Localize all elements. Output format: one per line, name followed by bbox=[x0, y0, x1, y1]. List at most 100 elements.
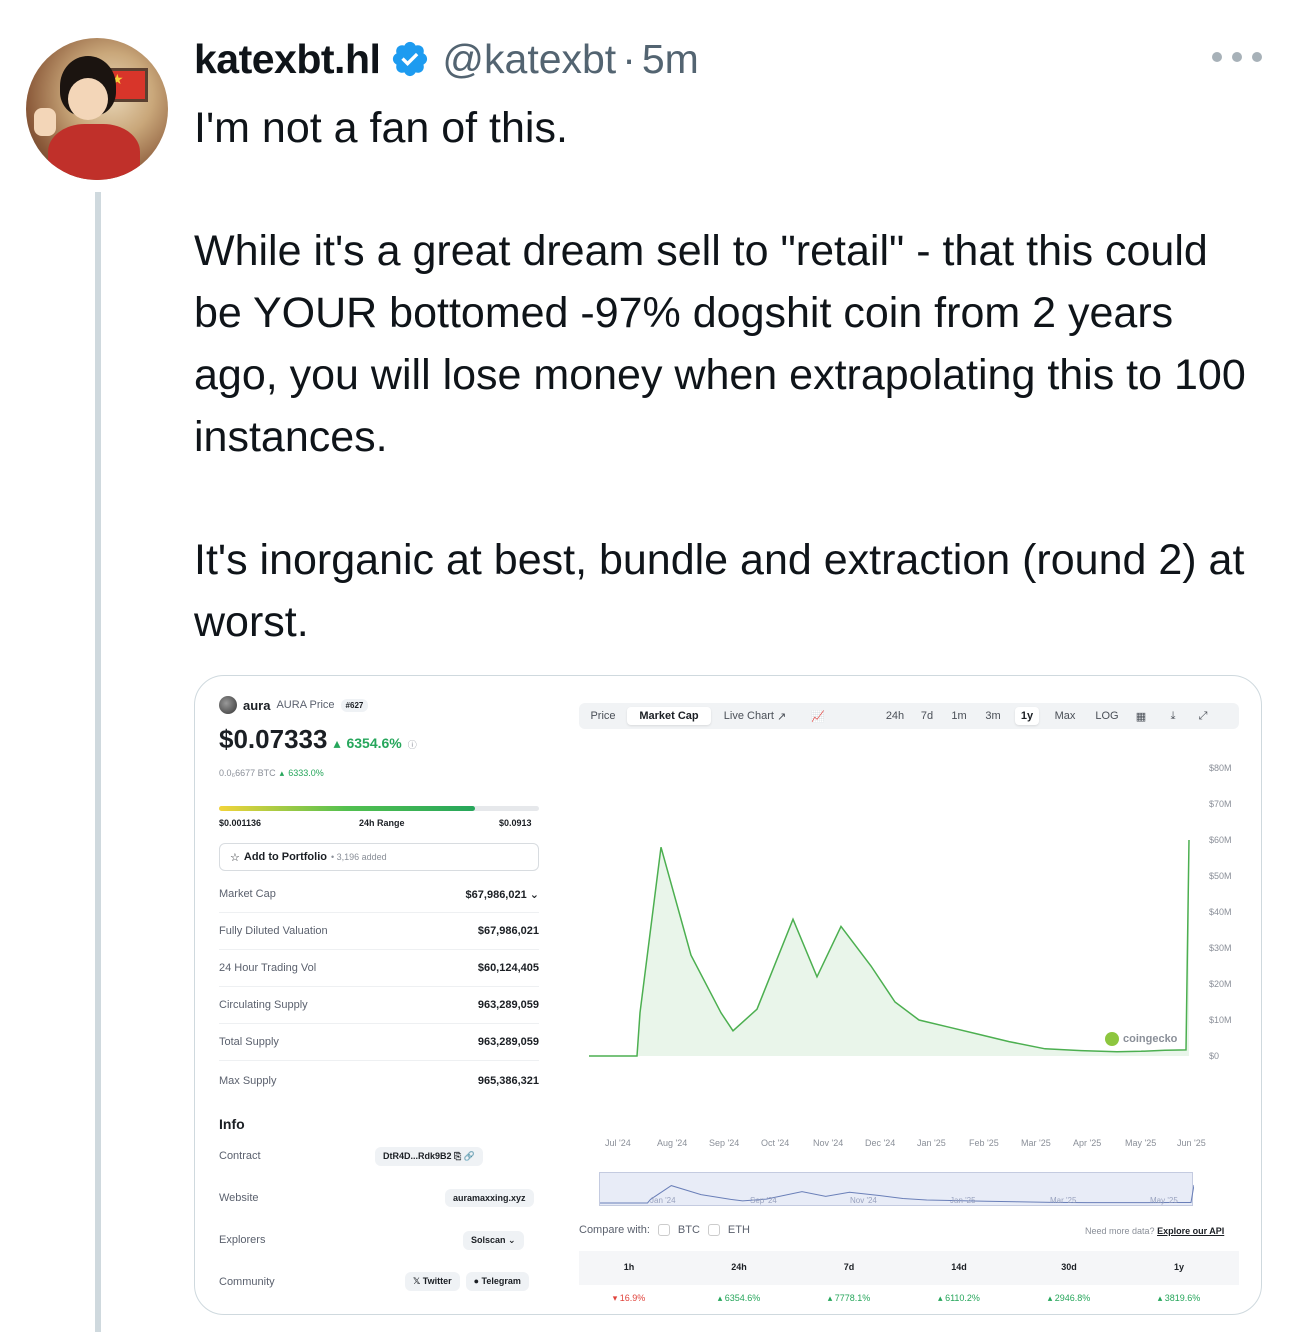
stat-value: 963,289,059 bbox=[477, 999, 539, 1011]
tweet-paragraph: I'm not a fan of this. bbox=[194, 104, 568, 152]
range-7d[interactable]: 7d bbox=[915, 707, 939, 725]
range-24h[interactable]: 24h bbox=[881, 707, 909, 725]
series-area bbox=[589, 840, 1189, 1056]
explorers-chip[interactable]: Solscan ⌄ bbox=[463, 1230, 524, 1250]
portfolio-label: Add to Portfolio bbox=[243, 851, 327, 863]
y-tick-label: $30M bbox=[1209, 943, 1232, 953]
range-label: 24h Range bbox=[359, 818, 405, 828]
tab-price[interactable]: Price bbox=[583, 707, 623, 725]
compare-row: Compare with: BTC ETH bbox=[579, 1224, 750, 1236]
y-tick-label: $10M bbox=[1209, 1015, 1232, 1025]
range-navigator[interactable]: Jan '24 Sep '24 Nov '24 Jan '25 Mar '25 May '… bbox=[599, 1172, 1195, 1206]
performance-period: 7d bbox=[843, 1262, 855, 1272]
range-3m[interactable]: 3m bbox=[981, 707, 1005, 725]
avatar-face bbox=[68, 78, 108, 120]
x-tick-label: Sep '24 bbox=[709, 1138, 739, 1148]
expand-icon[interactable]: ⤢ bbox=[1193, 707, 1213, 725]
tab-market-cap[interactable]: Market Cap bbox=[627, 707, 711, 725]
range-1m[interactable]: 1m bbox=[947, 707, 971, 725]
performance-value: ▴ 3819.6% bbox=[1157, 1293, 1201, 1303]
add-to-portfolio-button[interactable]: ☆ Add to Portfolio • 3,196 added bbox=[219, 843, 539, 871]
stat-label: 24 Hour Trading Vol bbox=[219, 962, 317, 974]
y-tick-label: $60M bbox=[1209, 835, 1232, 845]
x-tick-label: Feb '25 bbox=[969, 1138, 999, 1148]
tweet-paragraph: It's inorganic at best, bundle and extra… bbox=[194, 535, 1245, 646]
timestamp[interactable]: 5m bbox=[642, 36, 699, 83]
compare-btc-checkbox[interactable] bbox=[657, 1224, 670, 1236]
stat-value[interactable]: $67,986,021 ⌄ bbox=[466, 888, 539, 901]
x-tick-label: May '25 bbox=[1125, 1138, 1156, 1148]
stat-label: Fully Diluted Valuation bbox=[219, 925, 328, 937]
avatar[interactable] bbox=[26, 38, 168, 180]
chart-tabbar: Price Market Cap Live Chart ↗ 📈 24h 7d 1… bbox=[579, 703, 1239, 729]
stat-label: Market Cap bbox=[219, 888, 276, 900]
coin-rank: #627 bbox=[340, 698, 369, 712]
performance-period: 30d bbox=[1061, 1262, 1077, 1272]
website-value: auramaxxing.xyz bbox=[445, 1189, 534, 1207]
attached-image[interactable]: aura AURA Price #627 $0.07333 ▴ 6354.6% … bbox=[194, 675, 1262, 1315]
compare-label: Compare with: bbox=[579, 1224, 650, 1236]
download-icon[interactable]: ⤓ bbox=[1163, 707, 1183, 725]
explore-api-link[interactable]: Explore our API bbox=[1157, 1226, 1224, 1236]
stat-row: 24 Hour Trading Vol $60,124,405 bbox=[219, 950, 539, 987]
coingecko-logo-icon bbox=[1105, 1032, 1119, 1046]
avatar-dress bbox=[48, 124, 140, 180]
performance-period: 24h bbox=[731, 1262, 747, 1272]
range-high: $0.0913 bbox=[499, 818, 532, 828]
price-change-up-icon: ▴ bbox=[333, 735, 341, 751]
btc-price: 0.0₆6677 BTC bbox=[219, 768, 276, 778]
compare-btc-label[interactable]: BTC bbox=[678, 1224, 700, 1236]
price-row: $0.07333 ▴ 6354.6% ⓘ bbox=[219, 724, 417, 755]
tab-live-chart[interactable]: Live Chart ↗ bbox=[715, 707, 795, 725]
range-max[interactable]: Max bbox=[1049, 707, 1081, 725]
verified-badge-icon bbox=[393, 41, 428, 77]
twitter-link[interactable]: 𝕏 Twitter bbox=[405, 1272, 460, 1291]
chart-type-icon[interactable]: 📈 bbox=[805, 707, 831, 725]
contract-chip[interactable]: DtR4D...Rdk9B2 ⎘ 🔗 bbox=[375, 1146, 483, 1166]
performance-value: ▴ 6110.2% bbox=[938, 1293, 980, 1303]
range-log[interactable]: LOG bbox=[1091, 707, 1123, 725]
stat-row: Max Supply 965,386,321 bbox=[219, 1062, 539, 1099]
explorers-label: Explorers bbox=[219, 1234, 266, 1246]
y-tick-label: $70M bbox=[1209, 799, 1232, 809]
info-icon: ⓘ bbox=[407, 740, 417, 750]
range-bar bbox=[219, 806, 539, 811]
stat-row: Circulating Supply 963,289,059 bbox=[219, 987, 539, 1024]
coin-name: aura bbox=[243, 697, 271, 713]
stat-row: Market Cap $67,986,021 ⌄ bbox=[219, 876, 539, 913]
performance-value: ▴ 7778.1% bbox=[827, 1293, 871, 1303]
x-tick-label: Jun '25 bbox=[1177, 1138, 1206, 1148]
btc-change-up-icon: ▴ bbox=[279, 768, 285, 778]
x-tick-label: Jul '24 bbox=[605, 1138, 631, 1148]
btc-price-row: 0.0₆6677 BTC ▴ 6333.0% bbox=[219, 768, 324, 779]
navigator-sparkline: Jan '24 Sep '24 Nov '24 Jan '25 Mar '25 May '… bbox=[600, 1184, 1195, 1205]
compare-eth-label[interactable]: ETH bbox=[728, 1224, 750, 1236]
performance-value: ▾ 16.9% bbox=[612, 1293, 646, 1303]
performance-value: ▴ 6354.6% bbox=[717, 1293, 761, 1303]
coin-title-row: aura AURA Price #627 bbox=[219, 696, 369, 714]
stat-value: $67,986,021 bbox=[477, 925, 539, 937]
market-cap-chart[interactable]: $0 $10M $20M $30M $40M $50M $60M $70M $80M Jul '2… bbox=[579, 756, 1249, 1176]
telegram-link[interactable]: ● Telegram bbox=[465, 1272, 529, 1291]
x-tick-label: Mar '25 bbox=[1021, 1138, 1051, 1148]
x-tick-label: Nov '24 bbox=[813, 1138, 843, 1148]
tweet-paragraph: While it's a great dream sell to "retail… bbox=[194, 227, 1246, 461]
handle[interactable]: @katexbt bbox=[442, 36, 616, 83]
stat-label: Circulating Supply bbox=[219, 999, 308, 1011]
separator: · bbox=[622, 35, 636, 82]
calendar-icon[interactable]: ▦ bbox=[1131, 707, 1151, 725]
tweet-header: katexbt.hl @katexbt · 5m bbox=[194, 34, 699, 84]
compare-eth-checkbox[interactable] bbox=[707, 1224, 720, 1236]
more-icon[interactable] bbox=[1212, 42, 1262, 72]
performance-period: 14d bbox=[951, 1262, 967, 1272]
performance-period: 1h bbox=[623, 1262, 635, 1272]
stat-value: $60,124,405 bbox=[477, 962, 539, 974]
watermark: coingecko bbox=[1105, 1032, 1177, 1046]
display-name[interactable]: katexbt.hl bbox=[194, 36, 381, 83]
stat-row: Total Supply 963,289,059 bbox=[219, 1024, 539, 1061]
y-tick-label: $50M bbox=[1209, 871, 1232, 881]
range-1y[interactable]: 1y bbox=[1015, 707, 1039, 725]
website-chip[interactable]: auramaxxing.xyz bbox=[445, 1188, 534, 1207]
btc-change: 6333.0% bbox=[288, 768, 324, 778]
navigator-label: Mar '25 bbox=[1050, 1196, 1077, 1205]
